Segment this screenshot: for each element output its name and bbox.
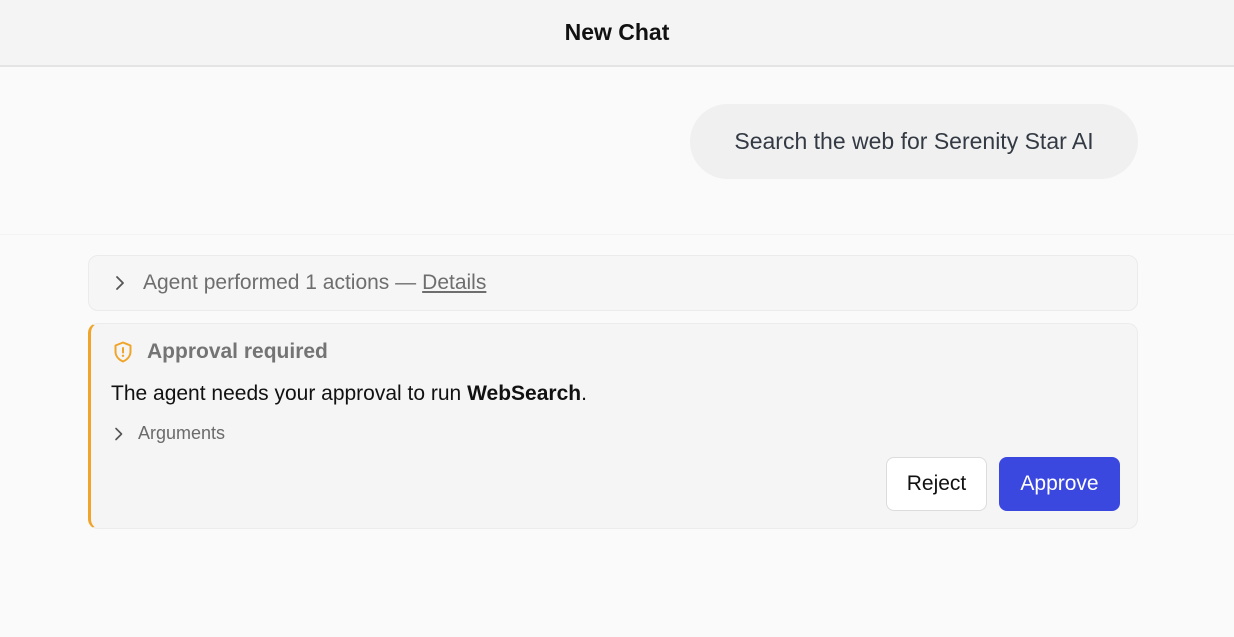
message-divider: [0, 234, 1234, 235]
approval-tool-name: WebSearch: [467, 382, 582, 405]
chat-title: New Chat: [564, 19, 670, 45]
reject-button[interactable]: Reject: [886, 457, 987, 511]
arguments-toggle[interactable]: Arguments: [111, 423, 225, 444]
approval-header: Approval required: [111, 340, 328, 364]
user-message-bubble: Search the web for Serenity Star AI: [690, 104, 1138, 179]
approval-message-prefix: The agent needs your approval to run: [111, 382, 468, 405]
user-message-text: Search the web for Serenity Star AI: [734, 128, 1094, 154]
chevron-right-icon: [111, 426, 127, 442]
shield-alert-icon: [114, 341, 132, 363]
approval-card: Approval required The agent needs your a…: [88, 323, 1138, 529]
approval-message: The agent needs your approval to run Web…: [111, 382, 587, 406]
approval-message-suffix: .: [581, 382, 587, 405]
chat-header: New Chat: [0, 0, 1234, 67]
actions-summary-text: Agent performed 1 actions —: [143, 271, 417, 294]
chevron-right-icon: [111, 274, 129, 292]
approval-title: Approval required: [147, 340, 328, 363]
details-link[interactable]: Details: [422, 271, 486, 295]
approve-button[interactable]: Approve: [999, 457, 1120, 511]
arguments-label: Arguments: [138, 423, 226, 443]
agent-actions-summary[interactable]: Agent performed 1 actions — Details: [88, 255, 1138, 311]
